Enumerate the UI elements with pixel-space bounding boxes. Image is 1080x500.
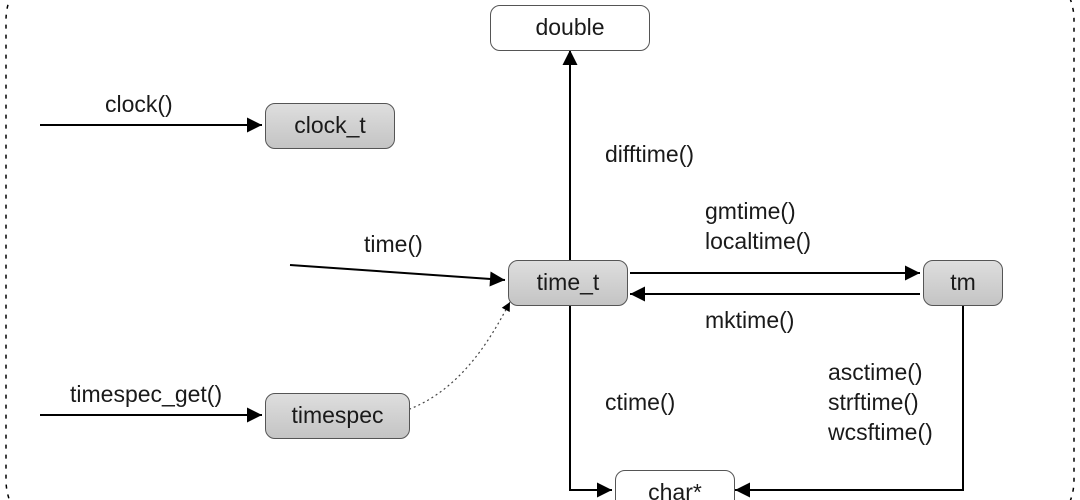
label-difftime: difftime() bbox=[605, 140, 694, 170]
label-time: time() bbox=[364, 230, 423, 260]
node-double: double bbox=[490, 5, 650, 51]
node-tm: tm bbox=[923, 260, 1003, 306]
node-time_t: time_t bbox=[508, 260, 628, 306]
label-localtime: localtime() bbox=[705, 227, 811, 257]
diagram-stage: double clock_t time_t tm timespec char* … bbox=[0, 0, 1080, 500]
label-strftime: strftime() bbox=[828, 388, 919, 418]
label-ctime: ctime() bbox=[605, 388, 675, 418]
node-char: char* bbox=[615, 470, 735, 500]
label-clock: clock() bbox=[105, 90, 173, 120]
node-timespec: timespec bbox=[265, 393, 410, 439]
label-timespec_get: timespec_get() bbox=[70, 380, 222, 410]
label-asctime: asctime() bbox=[828, 358, 923, 388]
label-gmtime: gmtime() bbox=[705, 197, 796, 227]
label-wcsftime: wcsftime() bbox=[828, 418, 933, 448]
label-mktime: mktime() bbox=[705, 306, 794, 336]
node-clock_t: clock_t bbox=[265, 103, 395, 149]
